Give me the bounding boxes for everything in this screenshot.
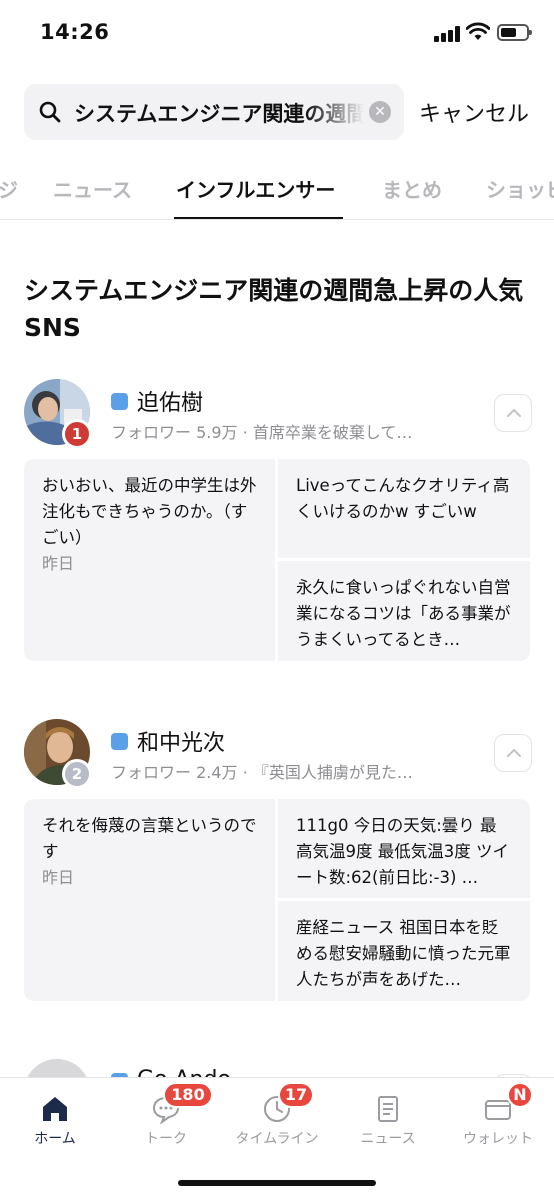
home-icon (43, 1097, 67, 1121)
battery-icon (497, 24, 532, 41)
active-tab-indicator (174, 217, 343, 219)
category-tabs: ジ ニュース インフルエンサー まとめ ショッピ (0, 164, 554, 220)
post-text: おいおい、最近の中学生は外注化もできちゃうのか。（すごい） (42, 476, 257, 547)
nav-news[interactable]: ニュース (333, 1078, 443, 1158)
clear-search-icon[interactable]: ✕ (369, 101, 391, 123)
post-text: Liveってこんなクオリティ高くいけるのかw すごいw (296, 476, 510, 521)
nav-label: タイムライン (235, 1131, 319, 1147)
influencer-bio: 首席卒業を破棄して… (252, 423, 413, 442)
cancel-button[interactable]: キャンセル (419, 96, 529, 128)
follower-info: フォロワー 2.4万 · 『英国人捕虜が見た… (111, 763, 413, 782)
news-icon (378, 1096, 398, 1122)
tab-influencer[interactable]: インフルエンサー (176, 174, 335, 203)
tab-shopping[interactable]: ショッピ (486, 174, 554, 203)
influencer-name[interactable]: 迫佑樹 (137, 385, 203, 417)
search-input[interactable]: システムエンジニア関連の週間急上昇 ✕ (24, 84, 404, 140)
cellular-signal-icon (434, 26, 460, 42)
new-badge: N (507, 1082, 533, 1108)
post-text: 永久に食いっぱぐれない自営業になるコツは「ある事業がうまくいってるとき… (296, 578, 511, 649)
nav-label: ウォレット (463, 1131, 533, 1147)
post-grid: それを侮蔑の言葉というのです 昨日 111g0 今日の天気:曇り 最高気温9度 … (24, 799, 530, 1001)
post-text: 産経ニュース 祖国日本を貶める慰安婦騒動に憤った元軍人たちが声をあげた… (296, 918, 511, 989)
nav-wallet[interactable]: N ウォレット (443, 1078, 553, 1158)
post-date: 昨日 (42, 554, 75, 573)
post-card[interactable]: 永久に食いっぱぐれない自営業になるコツは「ある事業がうまくいってるとき… (278, 561, 530, 661)
tab-news[interactable]: ニュース (53, 174, 132, 203)
verified-icon (111, 733, 128, 750)
rank-badge: 2 (62, 759, 92, 789)
tab-matome[interactable]: まとめ (382, 174, 442, 203)
nav-talk[interactable]: 180 トーク (111, 1078, 221, 1158)
search-query[interactable]: システムエンジニア関連の週間急上昇 (74, 98, 364, 128)
status-time: 14:26 (40, 20, 110, 44)
rank-badge: 1 (62, 419, 92, 449)
post-date: 昨日 (42, 868, 75, 887)
verified-icon (111, 393, 128, 410)
influencer-bio: 『英国人捕虜が見た… (252, 763, 413, 782)
home-indicator (178, 1180, 376, 1186)
nav-home[interactable]: ホーム (0, 1078, 110, 1158)
follower-info: フォロワー 5.9万 · 首席卒業を破棄して… (111, 423, 413, 442)
post-card[interactable]: それを侮蔑の言葉というのです 昨日 (24, 799, 275, 1001)
collapse-button[interactable] (494, 394, 532, 432)
follower-count: フォロワー 2.4万 (111, 763, 238, 782)
section-title: システムエンジニア関連の週間急上昇の人気SNS (24, 276, 524, 342)
post-card[interactable]: 産経ニュース 祖国日本を貶める慰安婦騒動に憤った元軍人たちが声をあげた… (278, 901, 530, 1001)
nav-label: トーク (145, 1131, 187, 1147)
status-bar: 14:26 (0, 0, 554, 66)
follower-count: フォロワー 5.9万 (111, 423, 238, 442)
chevron-up-icon (507, 408, 521, 417)
post-text: 111g0 今日の天気:曇り 最高気温9度 最低気温3度 ツイート数:62(前日… (296, 816, 509, 887)
post-card[interactable]: Liveってこんなクオリティ高くいけるのかw すごいw (278, 459, 530, 558)
post-grid: おいおい、最近の中学生は外注化もできちゃうのか。（すごい） 昨日 Liveってこ… (24, 459, 530, 661)
nav-timeline[interactable]: 17 タイムライン (222, 1078, 332, 1158)
post-card[interactable]: おいおい、最近の中学生は外注化もできちゃうのか。（すごい） 昨日 (24, 459, 275, 661)
nav-label: ニュース (360, 1131, 416, 1147)
post-text: それを侮蔑の言葉というのです (42, 816, 257, 861)
chevron-up-icon (507, 748, 521, 757)
unread-badge: 17 (278, 1082, 314, 1108)
wifi-icon (466, 22, 490, 40)
collapse-button[interactable] (494, 734, 532, 772)
search-icon (39, 101, 61, 123)
influencer-name[interactable]: 和中光次 (137, 725, 225, 757)
post-card[interactable]: 111g0 今日の天気:曇り 最高気温9度 最低気温3度 ツイート数:62(前日… (278, 799, 530, 898)
nav-label: ホーム (34, 1131, 76, 1147)
unread-badge: 180 (163, 1082, 213, 1108)
tab-partial-left[interactable]: ジ (0, 174, 18, 203)
